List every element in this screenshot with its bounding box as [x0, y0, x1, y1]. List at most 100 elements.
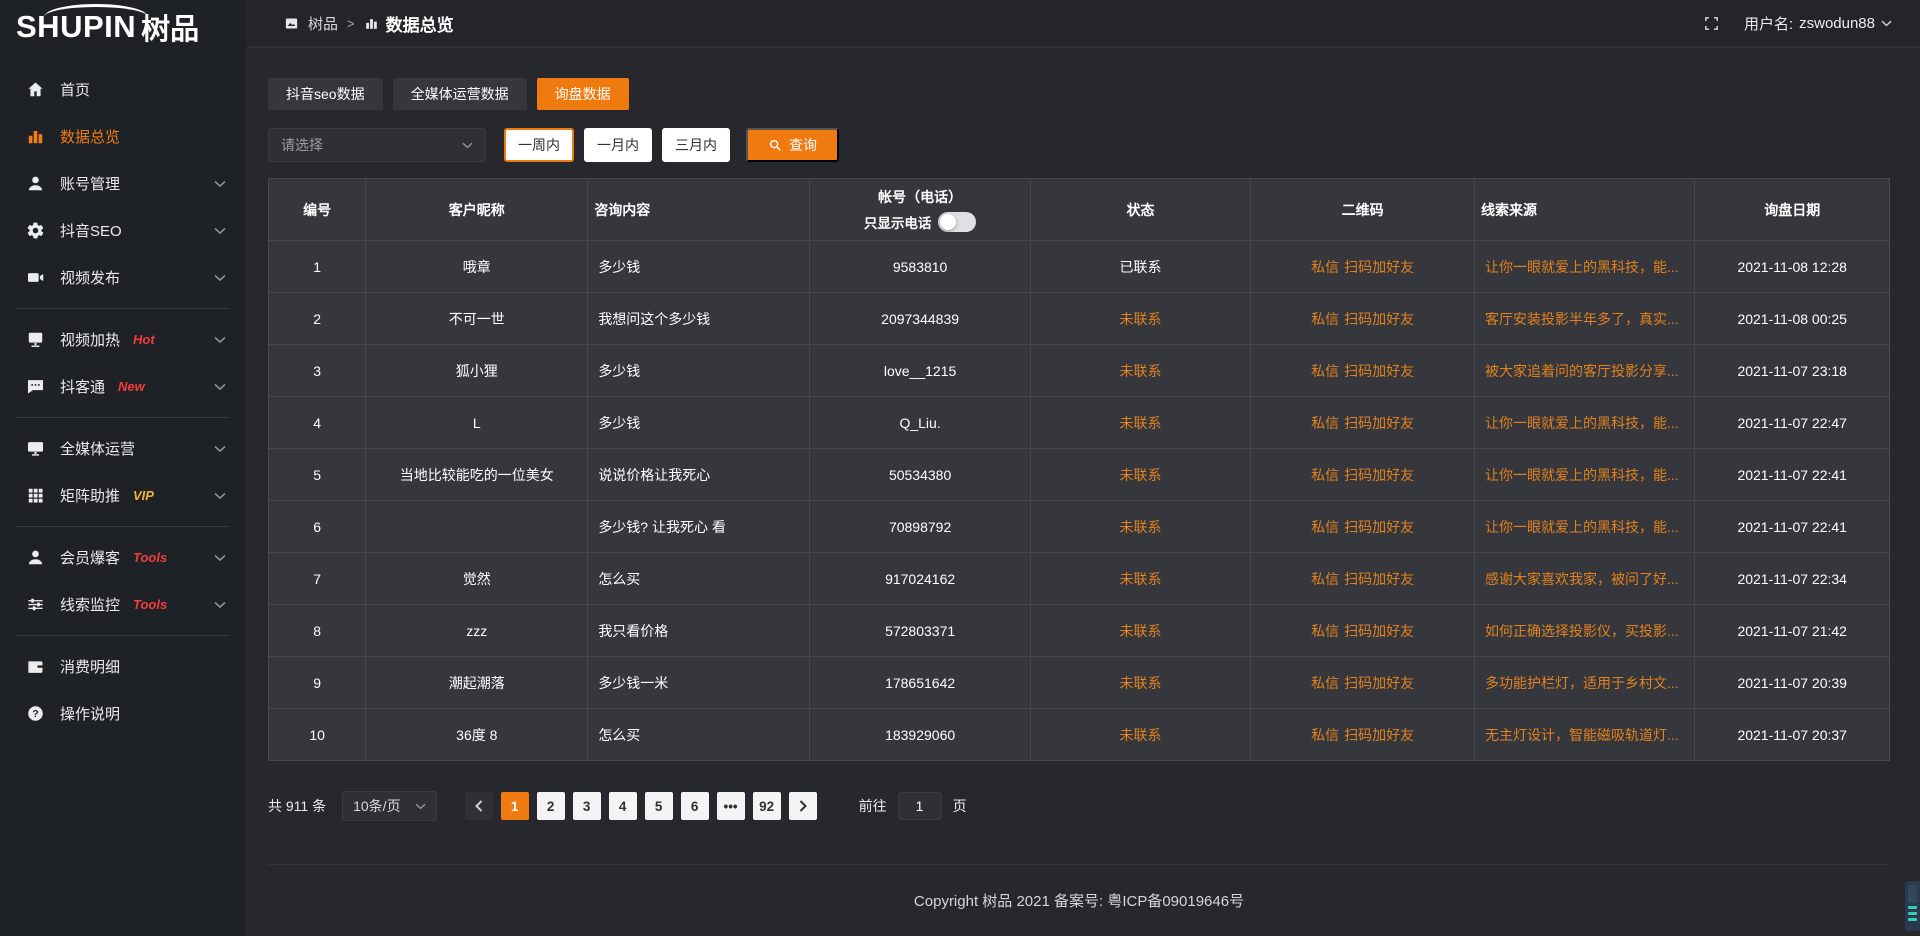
- data-tab[interactable]: 询盘数据: [537, 78, 629, 110]
- goto-page-input[interactable]: [898, 792, 942, 820]
- cell-account: 2097344839: [810, 293, 1030, 345]
- sidebar-item-video[interactable]: 视频发布: [0, 254, 246, 301]
- widget-bar: [1908, 912, 1917, 915]
- next-page-button[interactable]: [789, 792, 817, 820]
- lead-source-link[interactable]: 客厅安装投影半年多了，真实...: [1485, 311, 1679, 327]
- lead-source-link[interactable]: 无主灯设计，智能磁吸轨道灯...: [1485, 727, 1679, 743]
- sidebar-item-grid[interactable]: 矩阵助推 VIP: [0, 472, 246, 519]
- page-number-button[interactable]: 3: [573, 792, 601, 820]
- copyright-text: Copyright 树品 2021 备案号: 粤ICP备09019646号: [914, 890, 1244, 911]
- chevron-down-icon: [214, 274, 226, 282]
- private-message-link[interactable]: 私信: [1311, 259, 1339, 275]
- page-number-list: 123456 ••• 92: [497, 792, 785, 820]
- period-button[interactable]: 三月内: [662, 128, 730, 162]
- private-message-link[interactable]: 私信: [1311, 571, 1339, 587]
- username-label: 用户名:: [1744, 13, 1793, 34]
- page-size-value: 10条/页: [353, 796, 400, 816]
- sidebar-item-user[interactable]: 会员爆客 Tools: [0, 534, 246, 581]
- user-icon: [26, 174, 45, 193]
- scan-add-friend-link[interactable]: 扫码加好友: [1344, 675, 1414, 691]
- filter-select[interactable]: 请选择: [268, 128, 486, 162]
- lead-source-link[interactable]: 让你一眼就爱上的黑科技，能...: [1485, 259, 1679, 275]
- page-number-button[interactable]: 6: [681, 792, 709, 820]
- scan-add-friend-link[interactable]: 扫码加好友: [1344, 727, 1414, 743]
- fullscreen-icon[interactable]: [1703, 15, 1720, 32]
- period-button[interactable]: 一月内: [584, 128, 652, 162]
- cell-source: 感谢大家喜欢我家，被问了好...: [1474, 553, 1694, 605]
- lead-source-link[interactable]: 如何正确选择投影仪，买投影...: [1485, 623, 1679, 639]
- lead-source-link[interactable]: 让你一眼就爱上的黑科技，能...: [1485, 519, 1679, 535]
- lead-source-link[interactable]: 多功能护栏灯，适用于乡村文...: [1485, 675, 1679, 691]
- cell-id: 10: [269, 709, 366, 761]
- scan-add-friend-link[interactable]: 扫码加好友: [1344, 311, 1414, 327]
- table-row: 7 觉然 怎么买 917024162 未联系 私信扫码加好友 感谢大家喜欢我家，…: [269, 553, 1890, 605]
- scan-add-friend-link[interactable]: 扫码加好友: [1344, 415, 1414, 431]
- cell-account: 50534380: [810, 449, 1030, 501]
- private-message-link[interactable]: 私信: [1311, 675, 1339, 691]
- period-button[interactable]: 一周内: [504, 128, 574, 162]
- sidebar-item-sliders[interactable]: 线索监控 Tools: [0, 581, 246, 628]
- scan-add-friend-link[interactable]: 扫码加好友: [1344, 259, 1414, 275]
- menu-badge: Tools: [133, 597, 167, 612]
- scan-add-friend-link[interactable]: 扫码加好友: [1344, 623, 1414, 639]
- private-message-link[interactable]: 私信: [1311, 311, 1339, 327]
- sidebar-item-label: 抖音SEO: [60, 220, 122, 241]
- brand-logo: SHUPIN 树品: [0, 0, 246, 54]
- page-number-button[interactable]: •••: [717, 792, 745, 820]
- cell-account: love__1215: [810, 345, 1030, 397]
- page-number-button[interactable]: 4: [609, 792, 637, 820]
- data-tab[interactable]: 抖音seo数据: [268, 78, 383, 110]
- private-message-link[interactable]: 私信: [1311, 415, 1339, 431]
- prev-page-button[interactable]: [465, 792, 493, 820]
- lead-source-link[interactable]: 让你一眼就爱上的黑科技，能...: [1485, 415, 1679, 431]
- sidebar-item-monitor[interactable]: 全媒体运营: [0, 425, 246, 472]
- private-message-link[interactable]: 私信: [1311, 623, 1339, 639]
- scan-add-friend-link[interactable]: 扫码加好友: [1344, 571, 1414, 587]
- scan-add-friend-link[interactable]: 扫码加好友: [1344, 467, 1414, 483]
- scan-add-friend-link[interactable]: 扫码加好友: [1344, 519, 1414, 535]
- sidebar-item-wallet[interactable]: 消费明细: [0, 643, 246, 690]
- query-button[interactable]: 查询: [746, 128, 839, 162]
- monitor-icon: [26, 439, 45, 458]
- sidebar-divider: [16, 417, 230, 418]
- brand-name-cn: 树品: [141, 6, 199, 48]
- scan-add-friend-link[interactable]: 扫码加好友: [1344, 363, 1414, 379]
- sidebar-item-gear[interactable]: 抖音SEO: [0, 207, 246, 254]
- menu-badge: Hot: [133, 332, 155, 347]
- lead-source-link[interactable]: 被大家追着问的客厅投影分享...: [1485, 363, 1679, 379]
- sidebar-item-screen[interactable]: 视频加热 Hot: [0, 316, 246, 363]
- breadcrumb-root[interactable]: 树品: [308, 13, 338, 34]
- cell-qrcode: 私信扫码加好友: [1251, 449, 1475, 501]
- private-message-link[interactable]: 私信: [1311, 467, 1339, 483]
- cell-status: 未联系: [1030, 605, 1250, 657]
- lead-source-link[interactable]: 让你一眼就爱上的黑科技，能...: [1485, 467, 1679, 483]
- page-number-button[interactable]: 2: [537, 792, 565, 820]
- sidebar-item-question[interactable]: ? 操作说明: [0, 690, 246, 737]
- sidebar-item-chat[interactable]: 抖客通 New: [0, 363, 246, 410]
- private-message-link[interactable]: 私信: [1311, 727, 1339, 743]
- page-number-button[interactable]: 1: [501, 792, 529, 820]
- private-message-link[interactable]: 私信: [1311, 519, 1339, 535]
- page-size-select[interactable]: 10条/页: [342, 791, 436, 821]
- user-dropdown[interactable]: 用户名: zswodun88: [1744, 13, 1892, 34]
- svg-text:?: ?: [32, 709, 38, 720]
- phone-only-toggle[interactable]: [938, 212, 976, 232]
- logo-arc-decoration: [44, 4, 148, 17]
- cell-content: 多少钱: [588, 241, 810, 293]
- corner-helper-widget[interactable]: [1905, 881, 1920, 931]
- sliders-icon: [26, 595, 45, 614]
- sidebar-item-chart[interactable]: 数据总览: [0, 113, 246, 160]
- data-tab[interactable]: 全媒体运营数据: [393, 78, 527, 110]
- col-header-status: 状态: [1030, 179, 1250, 241]
- table-body: 1 哦章 多少钱 9583810 已联系 私信扫码加好友 让你一眼就爱上的黑科技…: [269, 241, 1890, 761]
- page-number-button[interactable]: 5: [645, 792, 673, 820]
- sidebar-item-user[interactable]: 账号管理: [0, 160, 246, 207]
- widget-panel: [1908, 885, 1917, 903]
- lead-source-link[interactable]: 感谢大家喜欢我家，被问了好...: [1485, 571, 1679, 587]
- chevron-down-icon: [214, 180, 226, 188]
- breadcrumb: 树品 > 数据总览: [284, 11, 454, 36]
- page-number-button[interactable]: 92: [753, 792, 781, 820]
- private-message-link[interactable]: 私信: [1311, 363, 1339, 379]
- grid-icon: [26, 486, 45, 505]
- sidebar-item-home[interactable]: 首页: [0, 66, 246, 113]
